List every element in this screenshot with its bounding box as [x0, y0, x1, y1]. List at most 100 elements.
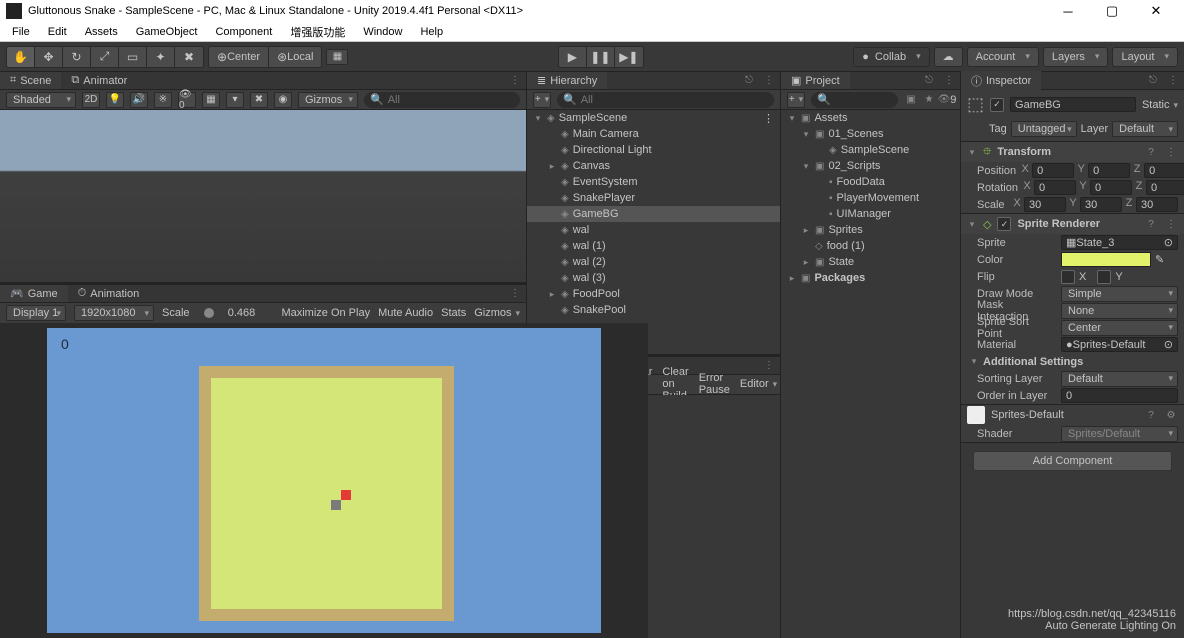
game-viewport[interactable]: 0 [0, 323, 648, 638]
layers-dropdown[interactable]: Layers [1043, 47, 1109, 67]
minimize-button[interactable]: ─ [1046, 0, 1090, 22]
sprite-field[interactable]: ▦ State_3⊙ [1061, 235, 1178, 250]
scl-z[interactable]: 30 [1136, 197, 1178, 212]
scene-viewport[interactable] [0, 110, 526, 282]
layer-dropdown[interactable]: Default [1112, 121, 1178, 137]
shader-dropdown[interactable]: Sprites/Default [1061, 426, 1178, 442]
transform-tool[interactable]: ✦ [147, 47, 175, 67]
tab-animation[interactable]: ⏱Animation [68, 285, 150, 302]
material-field[interactable]: ● Sprites-Default⊙ [1061, 337, 1178, 352]
orderlayer-field[interactable]: 0 [1061, 388, 1178, 403]
pane-menu-icon[interactable]: ⋮ [1166, 75, 1180, 86]
help-icon[interactable]: ? [1144, 147, 1158, 158]
object-icon[interactable]: ⬚ [967, 94, 984, 115]
menu-edit[interactable]: Edit [40, 24, 75, 40]
project-item[interactable]: ▾▣01_Scenes [781, 126, 960, 142]
project-item[interactable]: ▾▣02_Scripts [781, 158, 960, 174]
scene-search[interactable]: 🔍All [364, 92, 520, 108]
hierarchy-item[interactable]: ◈GameBG [527, 206, 780, 222]
project-item[interactable]: ▸▣Sprites [781, 222, 960, 238]
hierarchy-item[interactable]: ◈wal (2) [527, 254, 780, 270]
project-item[interactable]: ▸▣State [781, 254, 960, 270]
toggle-cam[interactable]: ▾ [226, 92, 244, 108]
drawmode-dropdown[interactable]: Simple [1061, 286, 1178, 302]
scl-y[interactable]: 30 [1080, 197, 1122, 212]
project-item[interactable]: ▪UIManager [781, 206, 960, 222]
favorite-icon[interactable]: ★ [922, 94, 936, 105]
help-icon[interactable]: ? [1144, 219, 1158, 230]
local-toggle[interactable]: ⊛ Local [269, 47, 321, 67]
tab-hierarchy[interactable]: ≣Hierarchy [527, 72, 607, 89]
color-field[interactable] [1061, 252, 1151, 267]
play-button[interactable]: ▶ [559, 47, 587, 67]
maximize-on-play[interactable]: Maximize On Play [281, 307, 370, 319]
project-item[interactable]: ▾▣Assets [781, 110, 960, 126]
move-tool[interactable]: ✥ [35, 47, 63, 67]
toggle-grid[interactable]: ▦ [202, 92, 220, 108]
tab-inspector[interactable]: ⓘInspector [961, 71, 1041, 91]
project-item[interactable]: ▪FoodData [781, 174, 960, 190]
flip-y[interactable] [1097, 270, 1111, 284]
lock-icon[interactable]: ⎋ [742, 75, 756, 86]
sortlayer-dropdown[interactable]: Default [1061, 371, 1178, 387]
add-component-button[interactable]: Add Component [973, 451, 1172, 471]
menu-help[interactable]: Help [412, 24, 451, 40]
project-item[interactable]: ▸▣Packages [781, 270, 960, 286]
lock-icon[interactable]: ⎋ [922, 75, 936, 86]
mute-audio[interactable]: Mute Audio [378, 307, 433, 319]
eyedropper-icon[interactable]: ✎ [1155, 253, 1164, 266]
console-editor[interactable]: Editor [736, 378, 781, 390]
project-item[interactable]: ◇food (1) [781, 238, 960, 254]
pos-x[interactable]: 0 [1032, 163, 1074, 178]
res-dropdown[interactable]: 1920x1080 [74, 305, 154, 321]
scale-tool[interactable]: ⤢ [91, 47, 119, 67]
hidden-icon[interactable]: 👁9 [940, 94, 954, 106]
layout-dropdown[interactable]: Layout [1112, 47, 1178, 67]
flip-x[interactable] [1061, 270, 1075, 284]
rotate-tool[interactable]: ↻ [63, 47, 91, 67]
toggle-gizmo[interactable]: ◉ [274, 92, 292, 108]
hierarchy-item[interactable]: ◈Directional Light [527, 142, 780, 158]
toggle-tools[interactable]: ✖ [250, 92, 268, 108]
hierarchy-item[interactable]: ◈wal (1) [527, 238, 780, 254]
object-name-field[interactable]: GameBG [1010, 97, 1136, 112]
pane-menu-icon[interactable]: ⋮ [508, 75, 522, 86]
hierarchy-item[interactable]: ◈SnakePlayer [527, 190, 780, 206]
tab-project[interactable]: ▣Project [781, 72, 850, 89]
project-tree[interactable]: ▾▣Assets▾▣01_Scenes◈SampleScene▾▣02_Scri… [781, 110, 960, 638]
gizmos-toggle[interactable]: Gizmos [474, 307, 520, 319]
cloud-button[interactable]: ☁ [934, 47, 963, 67]
shading-dropdown[interactable]: Shaded [6, 92, 76, 108]
hierarchy-item[interactable]: ▸◈FoodPool [527, 286, 780, 302]
tab-scene[interactable]: ⌗Scene [0, 72, 61, 89]
mask-dropdown[interactable]: None [1061, 303, 1178, 319]
menu-icon[interactable]: ⋮ [1164, 219, 1178, 230]
menu-enhanced[interactable]: 增强版功能 [282, 22, 353, 42]
create-dropdown[interactable]: + [787, 92, 805, 108]
pos-y[interactable]: 0 [1088, 163, 1130, 178]
hierarchy-item[interactable]: ◈EventSystem [527, 174, 780, 190]
fold-icon[interactable]: ▾ [967, 219, 977, 230]
console-error-pause[interactable]: Error Pause [695, 372, 734, 396]
scale-slider[interactable] [204, 311, 214, 315]
snap-button[interactable]: ▦ [326, 49, 348, 65]
step-button[interactable]: ▶❚ [615, 47, 643, 67]
lock-icon[interactable]: ⎋ [1146, 75, 1160, 86]
toggle-vis[interactable]: 👁0 [178, 92, 196, 108]
rect-tool[interactable]: ▭ [119, 47, 147, 67]
gear-icon[interactable]: ⚙ [1164, 410, 1178, 421]
menu-window[interactable]: Window [355, 24, 410, 40]
rot-y[interactable]: 0 [1090, 180, 1132, 195]
maximize-button[interactable]: ▢ [1090, 0, 1134, 22]
menu-icon[interactable]: ⋮ [1164, 147, 1178, 158]
tab-animator[interactable]: ⧉Animator [61, 72, 137, 89]
enable-checkbox[interactable]: ✓ [997, 217, 1011, 231]
hierarchy-item[interactable]: ◈wal (3) [527, 270, 780, 286]
scl-x[interactable]: 30 [1024, 197, 1066, 212]
toggle-audio[interactable]: 🔊 [130, 92, 148, 108]
toggle-2d[interactable]: 2D [82, 92, 100, 108]
stats-toggle[interactable]: Stats [441, 307, 466, 319]
project-item[interactable]: ◈SampleScene [781, 142, 960, 158]
center-toggle[interactable]: ⊕ Center [209, 47, 269, 67]
project-search[interactable]: 🔍 [811, 92, 898, 108]
